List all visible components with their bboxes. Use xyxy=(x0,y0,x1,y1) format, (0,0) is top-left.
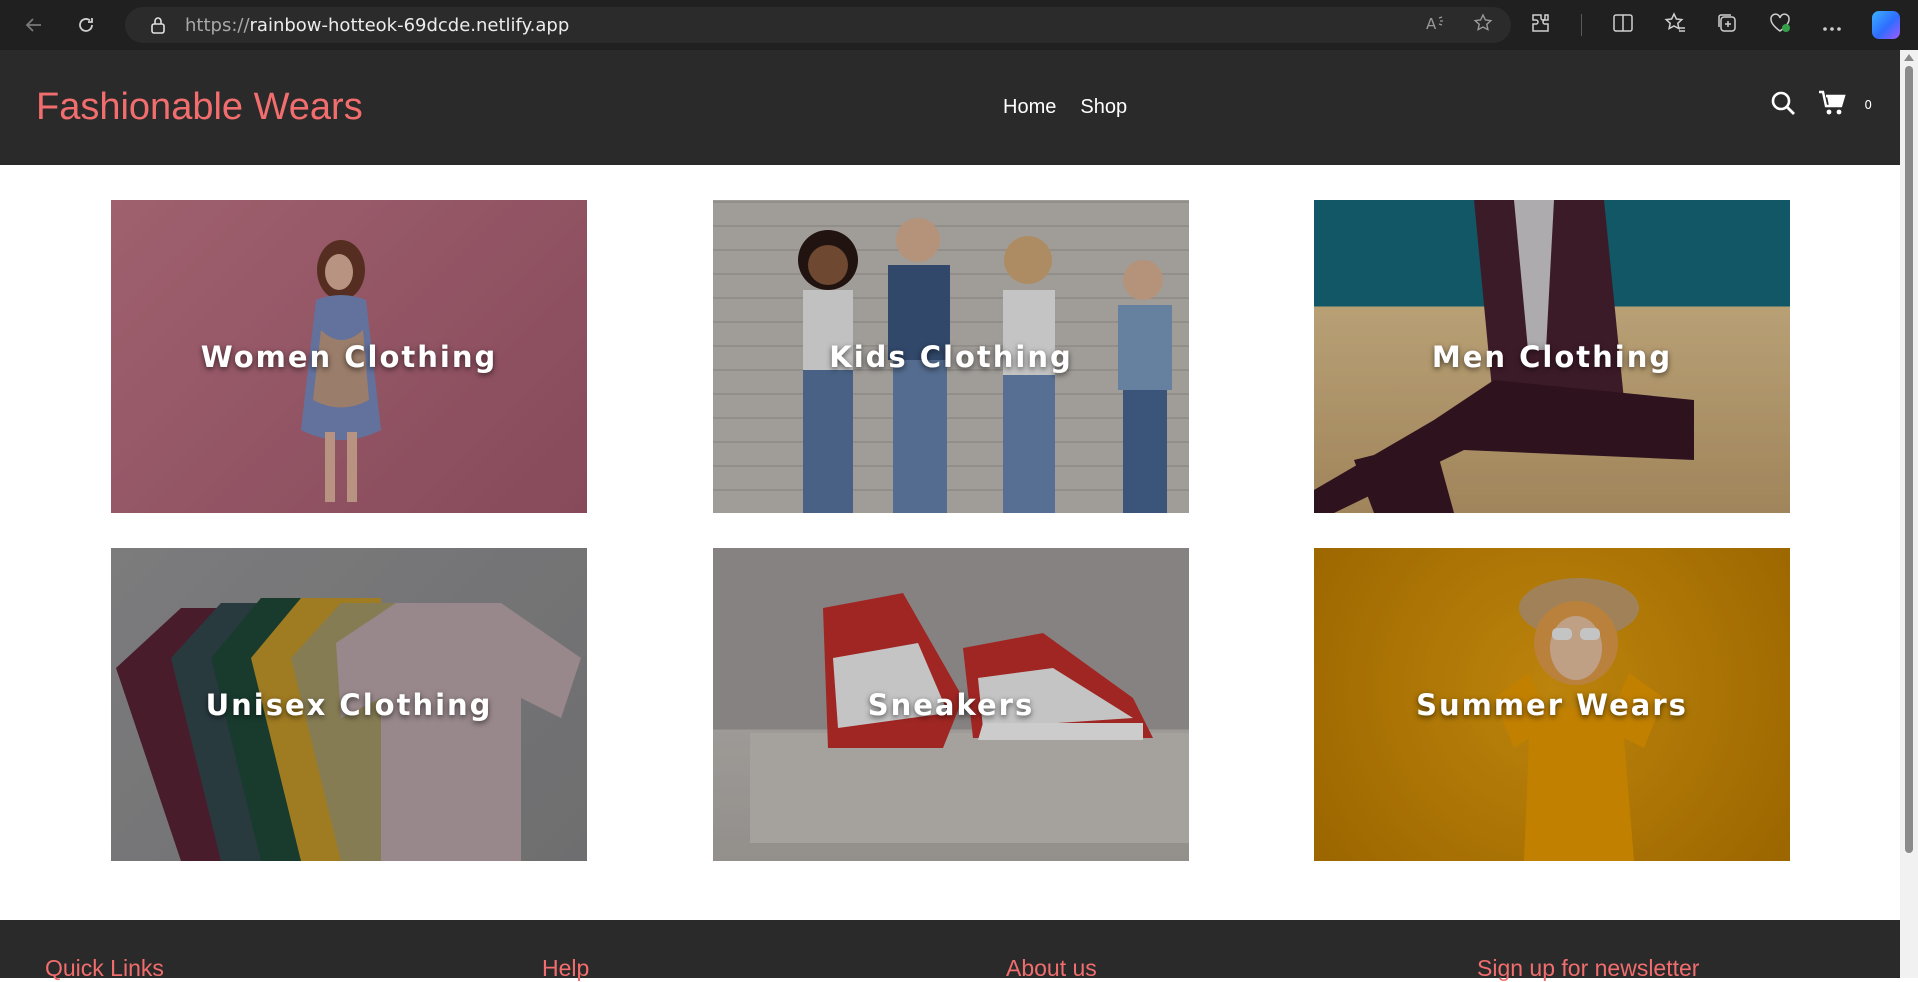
more-options-icon[interactable] xyxy=(1822,13,1842,37)
header-actions: 0 xyxy=(1770,90,1872,120)
category-label: Unisex Clothing xyxy=(205,687,493,722)
category-label: Summer Wears xyxy=(1416,687,1688,722)
scrollbar-thumb[interactable] xyxy=(1905,66,1913,853)
copilot-icon[interactable] xyxy=(1872,11,1900,39)
category-tile-kids[interactable]: Kids Clothing xyxy=(713,200,1189,513)
address-bar[interactable]: https://rainbow-hotteok-69dcde.netlify.a… xyxy=(125,7,1511,43)
svg-text:A: A xyxy=(1426,15,1437,32)
read-aloud-icon[interactable]: A xyxy=(1425,14,1447,37)
site-footer: Quick Links Help About us Sign up for ne… xyxy=(0,920,1900,981)
cart-icon[interactable] xyxy=(1818,90,1848,120)
category-tile-unisex[interactable]: Unisex Clothing xyxy=(111,548,587,861)
split-screen-icon[interactable] xyxy=(1612,13,1634,38)
url-protocol: https:// xyxy=(185,14,250,36)
collections-icon[interactable] xyxy=(1716,12,1738,39)
category-label: Women Clothing xyxy=(200,339,498,374)
category-tile-sneakers[interactable]: Sneakers xyxy=(713,548,1189,861)
reload-icon[interactable] xyxy=(68,7,104,43)
site-logo[interactable]: Fashionable Wears xyxy=(36,86,363,129)
favorite-star-icon[interactable] xyxy=(1473,12,1493,38)
nav-link-home[interactable]: Home xyxy=(1003,96,1056,119)
site-header: Fashionable Wears Home Shop 0 xyxy=(0,50,1900,165)
back-icon[interactable] xyxy=(16,7,52,43)
search-icon[interactable] xyxy=(1770,90,1796,120)
nav-link-shop[interactable]: Shop xyxy=(1080,96,1127,119)
toolbar-divider xyxy=(1581,14,1582,36)
category-tile-men[interactable]: Men Clothing xyxy=(1314,200,1790,513)
category-label: Sneakers xyxy=(867,687,1035,722)
category-label: Men Clothing xyxy=(1431,339,1673,374)
main-nav: Home Shop xyxy=(1003,96,1127,119)
url-host: rainbow-hotteok-69dcde.netlify.app xyxy=(249,14,570,36)
cart-count-badge: 0 xyxy=(1864,98,1872,112)
scroll-up-icon[interactable] xyxy=(1904,54,1914,61)
browser-essentials-icon[interactable] xyxy=(1768,12,1792,39)
lock-icon xyxy=(147,14,169,36)
category-label: Kids Clothing xyxy=(829,339,1073,374)
url-text: https://rainbow-hotteok-69dcde.netlify.a… xyxy=(185,15,569,36)
extensions-icon[interactable] xyxy=(1529,12,1551,39)
category-tile-summer[interactable]: Summer Wears xyxy=(1314,548,1790,861)
page-scrollbar[interactable] xyxy=(1900,50,1918,978)
browser-toolbar: https://rainbow-hotteok-69dcde.netlify.a… xyxy=(0,0,1918,50)
favorites-icon[interactable] xyxy=(1664,11,1686,39)
category-tile-women[interactable]: Women Clothing xyxy=(111,200,587,513)
